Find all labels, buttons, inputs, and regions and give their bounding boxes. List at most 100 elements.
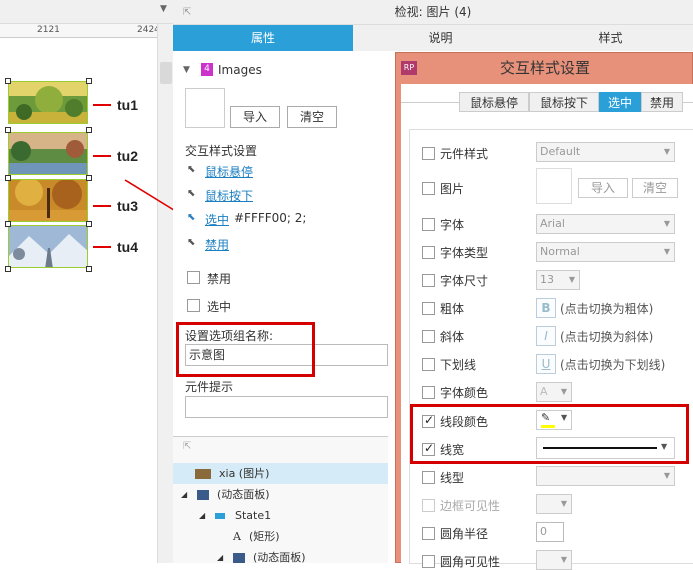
resize-handle[interactable] <box>5 175 11 181</box>
resize-handle[interactable] <box>86 127 92 133</box>
interaction-hover-link[interactable]: 鼠标悬停 <box>205 163 253 180</box>
tooltip-input[interactable] <box>185 396 388 418</box>
cursor-icon: ⬉ <box>187 164 196 175</box>
resize-handle[interactable] <box>86 221 92 227</box>
dialog-clear-button[interactable]: 清空 <box>632 178 678 198</box>
line-type-select[interactable] <box>536 466 675 486</box>
image-tu2[interactable] <box>8 132 88 175</box>
dialog-tab-disabled[interactable]: 禁用 <box>641 92 683 112</box>
outline-row[interactable]: ◢ (动态面板) <box>173 484 388 505</box>
image-tu3[interactable] <box>8 179 88 222</box>
properties-panel: ▼ 4 Images 导入 清空 交互样式设置 ⬉ 鼠标悬停 ⬉ 鼠标按下 ⬉ … <box>173 51 388 436</box>
font-color-picker[interactable]: A <box>536 382 572 402</box>
font-type-checkbox[interactable] <box>422 246 435 259</box>
corner-visibility-checkbox[interactable] <box>422 555 435 568</box>
import-button[interactable]: 导入 <box>230 106 280 128</box>
tab-style[interactable]: 样式 <box>528 25 693 51</box>
collapse-triangle-icon[interactable]: ◢ <box>181 484 187 505</box>
outline-row-label: (动态面板) <box>253 551 306 564</box>
font-color-checkbox[interactable] <box>422 386 435 399</box>
landscape-image <box>9 226 87 267</box>
resize-handle[interactable] <box>86 175 92 181</box>
underline-label: 下划线 <box>440 358 477 372</box>
resize-handle[interactable] <box>5 221 11 227</box>
pin-icon[interactable]: ⇱ <box>183 441 191 452</box>
italic-checkbox[interactable] <box>422 330 435 343</box>
outline-row[interactable]: ◢ (动态面板) <box>173 547 388 568</box>
resize-handle[interactable] <box>5 127 11 133</box>
collapse-triangle-icon[interactable]: ◢ <box>217 547 223 568</box>
interaction-mousedown-link[interactable]: 鼠标按下 <box>205 187 253 204</box>
outline-row-label: State1 <box>235 509 272 522</box>
corner-radius-input[interactable]: 0 <box>536 522 564 542</box>
dialog-tab-hover[interactable]: 鼠标悬停 <box>459 92 529 112</box>
line-type-label: 线型 <box>440 471 465 485</box>
image-tu1[interactable] <box>8 81 88 124</box>
line-type-checkbox[interactable] <box>422 471 435 484</box>
chevron-down-icon[interactable]: ▼ <box>183 65 190 75</box>
landscape-image <box>9 133 87 174</box>
corner-visibility-picker[interactable] <box>536 550 572 570</box>
border-visibility-picker[interactable] <box>536 494 572 514</box>
interaction-selected-link[interactable]: 选中 <box>205 211 229 228</box>
corner-radius-checkbox[interactable] <box>422 527 435 540</box>
dialog-tab-selected[interactable]: 选中 <box>599 92 641 112</box>
component-style-checkbox[interactable] <box>422 147 435 160</box>
selected-checkbox[interactable] <box>187 299 200 312</box>
collapse-triangle-icon[interactable]: ◢ <box>199 505 205 526</box>
component-style-select[interactable]: Default <box>536 142 675 162</box>
red-arrow <box>93 155 111 157</box>
outline-row[interactable]: xia (图片) <box>173 463 388 484</box>
outline-row[interactable]: A (矩形) <box>173 526 388 547</box>
pin-icon[interactable]: ⇱ <box>183 0 191 25</box>
resize-handle[interactable] <box>5 78 11 84</box>
font-type-select[interactable]: Normal <box>536 242 675 262</box>
resize-handle[interactable] <box>86 78 92 84</box>
tab-notes[interactable]: 说明 <box>353 25 528 51</box>
disabled-checkbox[interactable] <box>187 271 200 284</box>
image-preview <box>185 88 225 128</box>
font-select[interactable]: Arial <box>536 214 675 234</box>
italic-toggle-button[interactable]: I <box>536 326 556 346</box>
corner-visibility-label: 圆角可见性 <box>440 555 501 569</box>
bold-checkbox[interactable] <box>422 302 435 315</box>
outline-row-label: xia (图片) <box>219 467 270 480</box>
image-preview <box>536 168 572 204</box>
bold-hint: (点击切换为粗体) <box>560 302 654 316</box>
dynamic-panel-icon <box>233 553 245 563</box>
horizontal-ruler: 2121 2424 <box>0 24 160 38</box>
resize-handle[interactable] <box>86 266 92 272</box>
font-color-label: 字体颜色 <box>440 386 489 400</box>
clear-button[interactable]: 清空 <box>287 106 337 128</box>
collapse-icon[interactable]: ▼ <box>160 4 167 14</box>
page-number-badge: 4 <box>201 63 213 76</box>
ruler-tick: 2121 <box>37 25 60 35</box>
scrollbar-thumb[interactable] <box>160 62 172 84</box>
cursor-icon: ⬉ <box>187 237 196 248</box>
resize-handle[interactable] <box>5 266 11 272</box>
dialog-tab-mousedown[interactable]: 鼠标按下 <box>529 92 599 112</box>
image-tu4[interactable] <box>8 225 88 268</box>
bold-toggle-button[interactable]: B <box>536 298 556 318</box>
image-icon <box>195 469 211 479</box>
red-arrow <box>93 205 111 207</box>
canvas-toolbar: ▼ <box>0 0 173 24</box>
design-canvas[interactable]: ▼ 2121 2424 tu1 tu2 tu3 tu4 <box>0 0 186 563</box>
rectangle-icon: A <box>233 530 241 543</box>
image-checkbox[interactable] <box>422 182 435 195</box>
underline-toggle-button[interactable]: U <box>536 354 556 374</box>
border-visibility-checkbox[interactable] <box>422 499 435 512</box>
tab-properties[interactable]: 属性 <box>173 25 353 51</box>
font-size-checkbox[interactable] <box>422 274 435 287</box>
dialog-import-button[interactable]: 导入 <box>578 178 628 198</box>
interaction-disabled-link[interactable]: 禁用 <box>205 236 229 253</box>
highlight-box <box>176 322 315 377</box>
font-size-select[interactable]: 13 <box>536 270 580 290</box>
outline-row-label: (动态面板) <box>217 488 270 501</box>
vertical-scrollbar[interactable] <box>157 24 173 563</box>
font-checkbox[interactable] <box>422 218 435 231</box>
italic-hint: (点击切换为斜体) <box>560 330 654 344</box>
underline-checkbox[interactable] <box>422 358 435 371</box>
landscape-image <box>9 180 87 221</box>
outline-row[interactable]: ◢ State1 <box>173 505 388 526</box>
